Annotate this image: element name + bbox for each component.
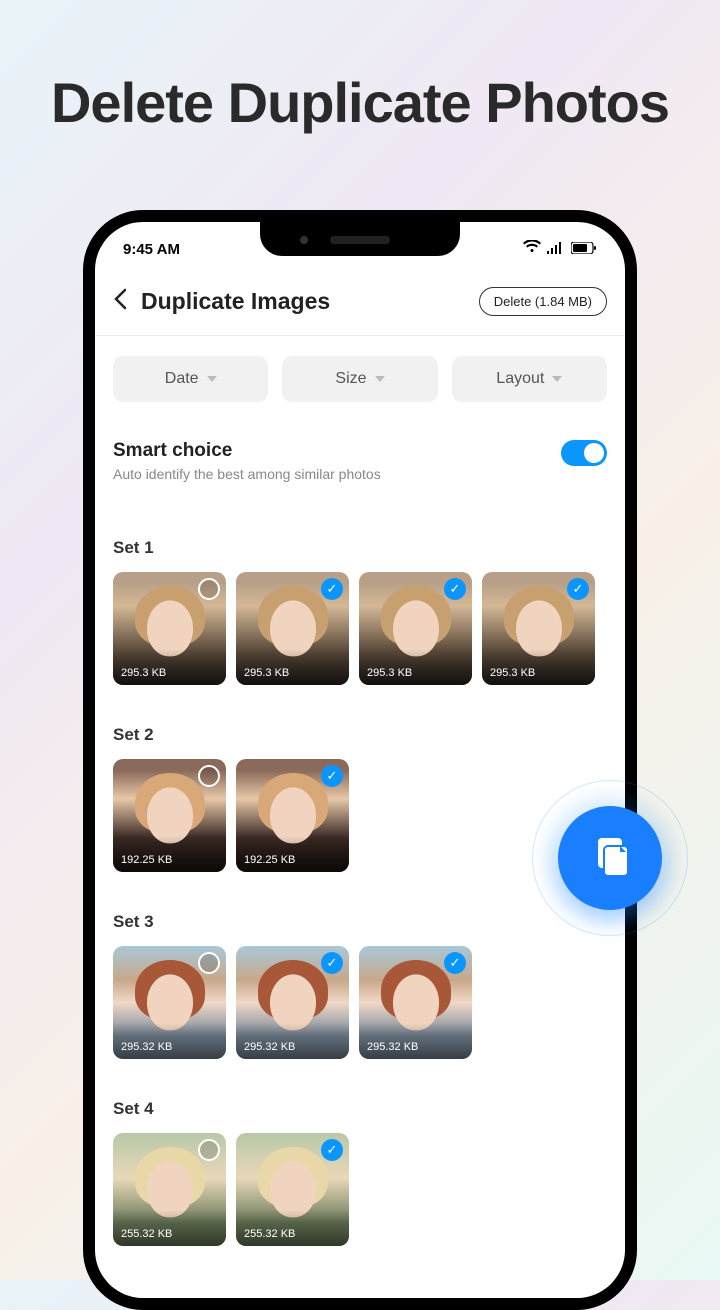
status-time: 9:45 AM (123, 241, 180, 258)
filter-label: Size (335, 370, 366, 388)
smart-choice-title: Smart choice (113, 440, 561, 462)
photo-thumbnail[interactable]: ✓ 295.32 KB (359, 946, 472, 1059)
photo-thumbnail[interactable]: 192.25 KB (113, 759, 226, 872)
selection-circle-icon[interactable] (198, 1139, 220, 1161)
selection-check-icon[interactable]: ✓ (321, 952, 343, 974)
photo-thumbnail[interactable]: 295.3 KB (113, 572, 226, 685)
photo-thumbnail[interactable]: ✓ 295.3 KB (482, 572, 595, 685)
photo-size: 295.32 KB (359, 1023, 472, 1059)
photo-size: 295.32 KB (236, 1023, 349, 1059)
selection-check-icon[interactable]: ✓ (321, 1139, 343, 1161)
filter-date[interactable]: Date (113, 356, 268, 402)
photo-size: 192.25 KB (113, 836, 226, 872)
photo-thumbnail[interactable]: ✓ 295.3 KB (359, 572, 472, 685)
photo-size: 255.32 KB (113, 1210, 226, 1246)
photo-size: 255.32 KB (236, 1210, 349, 1246)
set-label: Set 2 (113, 725, 607, 745)
set-label: Set 4 (113, 1099, 607, 1119)
smart-choice-toggle[interactable] (561, 440, 607, 466)
photo-thumbnail[interactable]: ✓ 192.25 KB (236, 759, 349, 872)
signal-icon (547, 241, 565, 258)
page-title: Duplicate Images (141, 288, 465, 315)
selection-check-icon[interactable]: ✓ (321, 765, 343, 787)
smart-choice-subtitle: Auto identify the best among similar pho… (113, 466, 561, 482)
marketing-headline: Delete Duplicate Photos (0, 0, 720, 135)
filter-size[interactable]: Size (282, 356, 437, 402)
photo-grid: 255.32 KB ✓ 255.32 KB (113, 1133, 607, 1246)
photo-size: 295.3 KB (113, 649, 226, 685)
selection-check-icon[interactable]: ✓ (444, 578, 466, 600)
selection-circle-icon[interactable] (198, 952, 220, 974)
copy-icon (590, 834, 630, 883)
set-label: Set 1 (113, 538, 607, 558)
delete-button[interactable]: Delete (1.84 MB) (479, 287, 607, 316)
filter-label: Layout (496, 370, 544, 388)
set-label: Set 3 (113, 912, 607, 932)
chevron-down-icon (552, 376, 562, 382)
photo-thumbnail[interactable]: ✓ 295.32 KB (236, 946, 349, 1059)
selection-circle-icon[interactable] (198, 765, 220, 787)
battery-icon (571, 241, 597, 258)
photo-size: 295.32 KB (113, 1023, 226, 1059)
filter-label: Date (165, 370, 199, 388)
selection-check-icon[interactable]: ✓ (444, 952, 466, 974)
app-bar: Duplicate Images Delete (1.84 MB) (95, 266, 625, 336)
copy-fab-button[interactable] (558, 806, 662, 910)
photo-size: 192.25 KB (236, 836, 349, 872)
photo-thumbnail[interactable]: 295.32 KB (113, 946, 226, 1059)
filter-layout[interactable]: Layout (452, 356, 607, 402)
selection-check-icon[interactable]: ✓ (567, 578, 589, 600)
photo-grid: 295.3 KB ✓ 295.3 KB ✓ 295.3 KB ✓ 295.3 KB (113, 572, 607, 685)
phone-screen: 9:45 AM Duplicate Images Delete (1.84 MB… (95, 222, 625, 1298)
photo-size: 295.3 KB (482, 649, 595, 685)
chevron-down-icon (375, 376, 385, 382)
wifi-icon (523, 240, 541, 258)
photo-thumbnail[interactable]: 255.32 KB (113, 1133, 226, 1246)
back-button[interactable] (113, 286, 127, 317)
chevron-down-icon (207, 376, 217, 382)
photo-size: 295.3 KB (359, 649, 472, 685)
filter-row: Date Size Layout (95, 336, 625, 412)
photo-thumbnail[interactable]: ✓ 255.32 KB (236, 1133, 349, 1246)
phone-notch (260, 222, 460, 256)
phone-frame: 9:45 AM Duplicate Images Delete (1.84 MB… (83, 210, 637, 1310)
photo-thumbnail[interactable]: ✓ 295.3 KB (236, 572, 349, 685)
fab-halo (532, 780, 688, 936)
photo-grid: 295.32 KB ✓ 295.32 KB ✓ 295.32 KB (113, 946, 607, 1059)
photo-size: 295.3 KB (236, 649, 349, 685)
selection-check-icon[interactable]: ✓ (321, 578, 343, 600)
smart-choice-row: Smart choice Auto identify the best amon… (95, 412, 625, 482)
selection-circle-icon[interactable] (198, 578, 220, 600)
